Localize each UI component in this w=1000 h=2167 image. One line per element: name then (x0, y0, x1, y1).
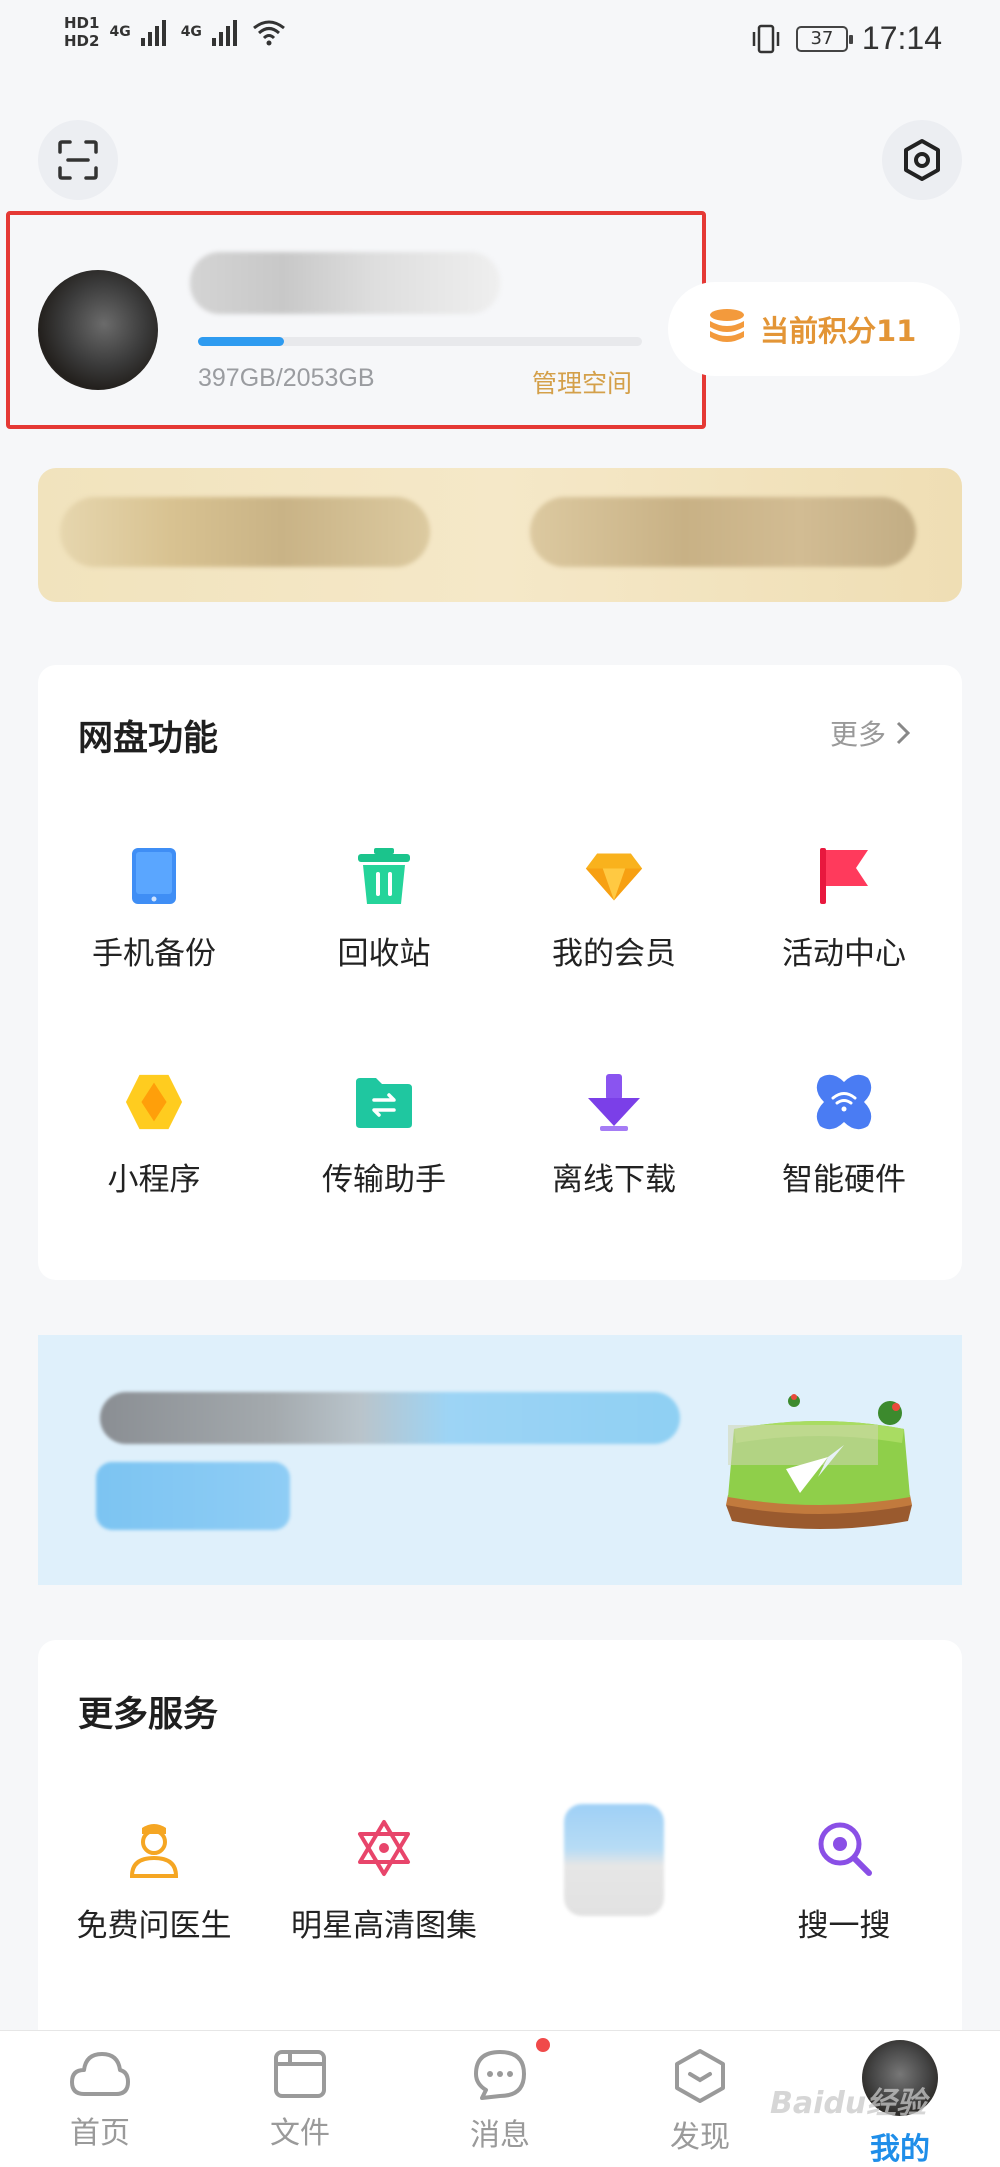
nav-files[interactable]: 文件 (230, 2048, 370, 2152)
feature-transfer-assistant[interactable]: 传输助手 (269, 1072, 499, 1199)
feature-phone-backup[interactable]: 手机备份 (39, 846, 269, 973)
features-title: 网盘功能 (78, 719, 219, 759)
more-label: 更多 (830, 718, 887, 751)
flag-icon (814, 846, 874, 906)
service-blurred[interactable] (499, 1804, 729, 1916)
settings-icon (904, 139, 940, 181)
promo-text-blurred (100, 1392, 680, 1444)
feature-activity-center[interactable]: 活动中心 (729, 846, 959, 973)
storage-progress-fill (198, 337, 284, 346)
island-illustration (726, 1394, 912, 1529)
signal-icon (140, 20, 166, 46)
nav-messages[interactable]: 消息 (430, 2048, 570, 2154)
feature-label: 活动中心 (782, 936, 906, 972)
status-right: 37 17:14 (750, 20, 942, 57)
chat-icon (474, 2050, 526, 2100)
promo-button-blurred (96, 1462, 290, 1530)
network-type-1: 4G (109, 24, 131, 40)
gem-icon (584, 846, 644, 906)
unread-dot (536, 2038, 550, 2052)
network-type-2: 4G (180, 24, 202, 40)
feature-label: 手机备份 (92, 936, 216, 972)
feature-recycle-bin[interactable]: 回收站 (269, 846, 499, 973)
service-label: 免费问医生 (76, 1908, 232, 1944)
wifi-icon (252, 20, 285, 46)
avatar[interactable] (38, 270, 158, 390)
sim2-label: HD2 (64, 32, 100, 50)
blurred-icon (564, 1804, 664, 1916)
chevron-right-icon (896, 721, 911, 745)
username-blurred (190, 252, 500, 314)
features-more-link[interactable]: 更多 (830, 713, 911, 753)
settings-button[interactable] (882, 120, 962, 200)
services-title: 更多服务 (78, 1695, 219, 1735)
folder-icon (274, 2050, 326, 2098)
nav-label: 发现 (670, 2120, 730, 2155)
cloud-icon (70, 2052, 130, 2096)
vibrate-icon (752, 24, 780, 53)
storage-usage-text: 397GB/2053GB (198, 364, 375, 392)
feature-label: 离线下载 (552, 1162, 676, 1198)
nav-label: 文件 (270, 2116, 330, 2151)
feature-label: 回收站 (337, 936, 431, 972)
phone-backup-icon (124, 846, 184, 906)
coins-icon (710, 309, 744, 342)
nav-label: 消息 (470, 2118, 530, 2153)
service-search[interactable]: 搜一搜 (729, 1818, 959, 1945)
feature-smart-hardware[interactable]: 智能硬件 (729, 1072, 959, 1199)
nav-label: 首页 (70, 2116, 130, 2151)
status-bar: HD1 HD2 4G 4G 37 17:14 (0, 0, 1000, 80)
sim1-label: HD1 (64, 14, 100, 32)
doctor-icon (124, 1818, 184, 1878)
feature-my-membership[interactable]: 我的会员 (499, 846, 729, 973)
vip-banner-action-blurred (530, 497, 916, 567)
star-gallery-icon (354, 1818, 414, 1878)
manage-space-link[interactable]: 管理空间 (532, 364, 632, 400)
feature-label: 小程序 (107, 1162, 201, 1198)
vip-banner-text-blurred (60, 497, 430, 567)
hexagon-diamond-icon (124, 1072, 184, 1132)
service-label: 搜一搜 (797, 1908, 891, 1944)
feature-mini-program[interactable]: 小程序 (39, 1072, 269, 1199)
battery-indicator: 37 (795, 25, 853, 52)
nav-label: 我的 (870, 2132, 930, 2167)
service-label: 明星高清图集 (291, 1908, 477, 1944)
wifi-device-icon (814, 1072, 874, 1132)
nav-discover[interactable]: 发现 (630, 2048, 770, 2156)
service-free-doctor[interactable]: 免费问医生 (39, 1818, 269, 1945)
service-star-gallery[interactable]: 明星高清图集 (269, 1818, 499, 1945)
feature-label: 我的会员 (552, 936, 676, 972)
scan-button[interactable] (38, 120, 118, 200)
nav-home[interactable]: 首页 (30, 2048, 170, 2152)
sim-indicators: HD1 HD2 (64, 14, 99, 50)
discover-icon (675, 2049, 725, 2103)
status-left: HD1 HD2 4G 4G (64, 14, 286, 50)
clock: 17:14 (861, 20, 942, 56)
points-label: 当前积分11 (760, 314, 917, 348)
feature-offline-download[interactable]: 离线下载 (499, 1072, 729, 1199)
points-button[interactable]: 当前积分11 (668, 282, 960, 376)
transfer-folder-icon (354, 1072, 414, 1132)
download-arrow-icon (584, 1072, 644, 1132)
trash-icon (354, 846, 414, 906)
signal-icon (211, 20, 237, 46)
feature-label: 智能硬件 (782, 1162, 906, 1198)
storage-progress-bar (198, 337, 642, 346)
watermark: Baidu经验 (770, 2086, 927, 2121)
search-icon (814, 1818, 874, 1878)
scan-icon (58, 140, 98, 180)
feature-label: 传输助手 (322, 1162, 446, 1198)
